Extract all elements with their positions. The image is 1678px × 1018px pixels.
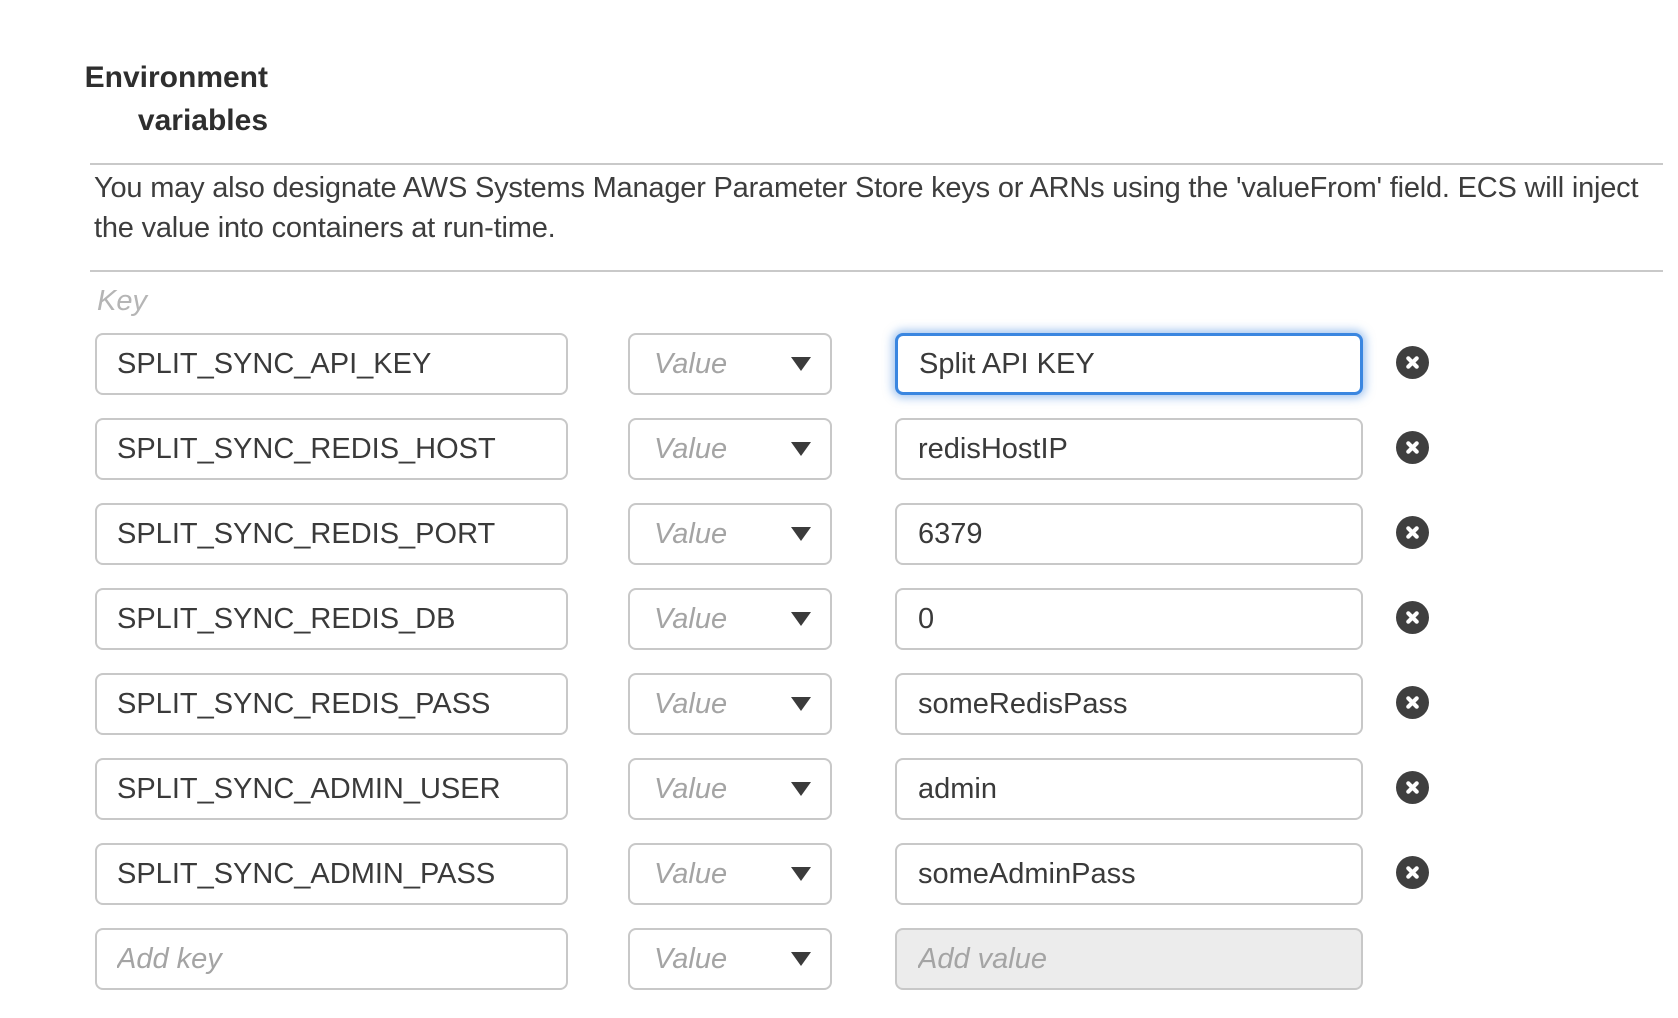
value-type-label: Value (630, 518, 727, 551)
key-column-header: Key (97, 285, 147, 318)
env-var-row: Value (0, 758, 1678, 820)
remove-row-button[interactable] (1396, 516, 1429, 549)
close-icon (1402, 692, 1423, 713)
value-type-label: Value (630, 773, 727, 806)
chevron-down-icon (791, 697, 811, 711)
env-key-input[interactable] (95, 758, 568, 820)
close-icon (1402, 522, 1423, 543)
env-key-input[interactable] (95, 673, 568, 735)
remove-row-button[interactable] (1396, 856, 1429, 889)
value-type-label: Value (630, 348, 727, 381)
env-key-input[interactable] (95, 928, 568, 990)
chevron-down-icon (791, 952, 811, 966)
value-type-dropdown[interactable]: Value (628, 673, 832, 735)
field-label-line1: Environment (0, 56, 268, 99)
env-value-input[interactable] (895, 418, 1363, 480)
env-var-rows: Value Value Value (0, 333, 1678, 1013)
description-text: You may also designate AWS Systems Manag… (94, 168, 1666, 248)
close-icon (1402, 862, 1423, 883)
close-icon (1402, 777, 1423, 798)
field-label-environment-variables: Environment variables (0, 56, 268, 142)
env-value-input[interactable] (895, 588, 1363, 650)
chevron-down-icon (791, 867, 811, 881)
env-var-row: Value (0, 673, 1678, 735)
env-var-row: Value (0, 928, 1678, 990)
env-key-input[interactable] (95, 418, 568, 480)
env-var-row: Value (0, 843, 1678, 905)
value-type-dropdown[interactable]: Value (628, 333, 832, 395)
value-type-label: Value (630, 603, 727, 636)
value-type-label: Value (630, 858, 727, 891)
chevron-down-icon (791, 442, 811, 456)
remove-row-button[interactable] (1396, 346, 1429, 379)
env-value-input[interactable] (895, 843, 1363, 905)
env-value-input[interactable] (895, 333, 1363, 395)
value-type-dropdown[interactable]: Value (628, 588, 832, 650)
value-type-dropdown[interactable]: Value (628, 758, 832, 820)
env-var-row: Value (0, 503, 1678, 565)
value-type-dropdown[interactable]: Value (628, 418, 832, 480)
remove-row-button[interactable] (1396, 601, 1429, 634)
field-label-line2: variables (0, 99, 268, 142)
env-var-row: Value (0, 333, 1678, 395)
value-type-dropdown[interactable]: Value (628, 503, 832, 565)
remove-row-button[interactable] (1396, 431, 1429, 464)
value-type-dropdown[interactable]: Value (628, 843, 832, 905)
env-value-input[interactable] (895, 928, 1363, 990)
remove-row-button[interactable] (1396, 686, 1429, 719)
close-icon (1402, 437, 1423, 458)
env-var-row: Value (0, 418, 1678, 480)
env-key-input[interactable] (95, 333, 568, 395)
chevron-down-icon (791, 612, 811, 626)
env-value-input[interactable] (895, 673, 1363, 735)
close-icon (1402, 352, 1423, 373)
env-var-row: Value (0, 588, 1678, 650)
chevron-down-icon (791, 782, 811, 796)
divider (90, 163, 1663, 165)
value-type-label: Value (630, 688, 727, 721)
chevron-down-icon (791, 357, 811, 371)
value-type-label: Value (630, 433, 727, 466)
remove-row-button[interactable] (1396, 771, 1429, 804)
env-key-input[interactable] (95, 843, 568, 905)
value-type-label: Value (630, 943, 727, 976)
env-key-input[interactable] (95, 588, 568, 650)
close-icon (1402, 607, 1423, 628)
chevron-down-icon (791, 527, 811, 541)
env-value-input[interactable] (895, 758, 1363, 820)
divider (90, 270, 1663, 272)
env-value-input[interactable] (895, 503, 1363, 565)
env-key-input[interactable] (95, 503, 568, 565)
value-type-dropdown[interactable]: Value (628, 928, 832, 990)
